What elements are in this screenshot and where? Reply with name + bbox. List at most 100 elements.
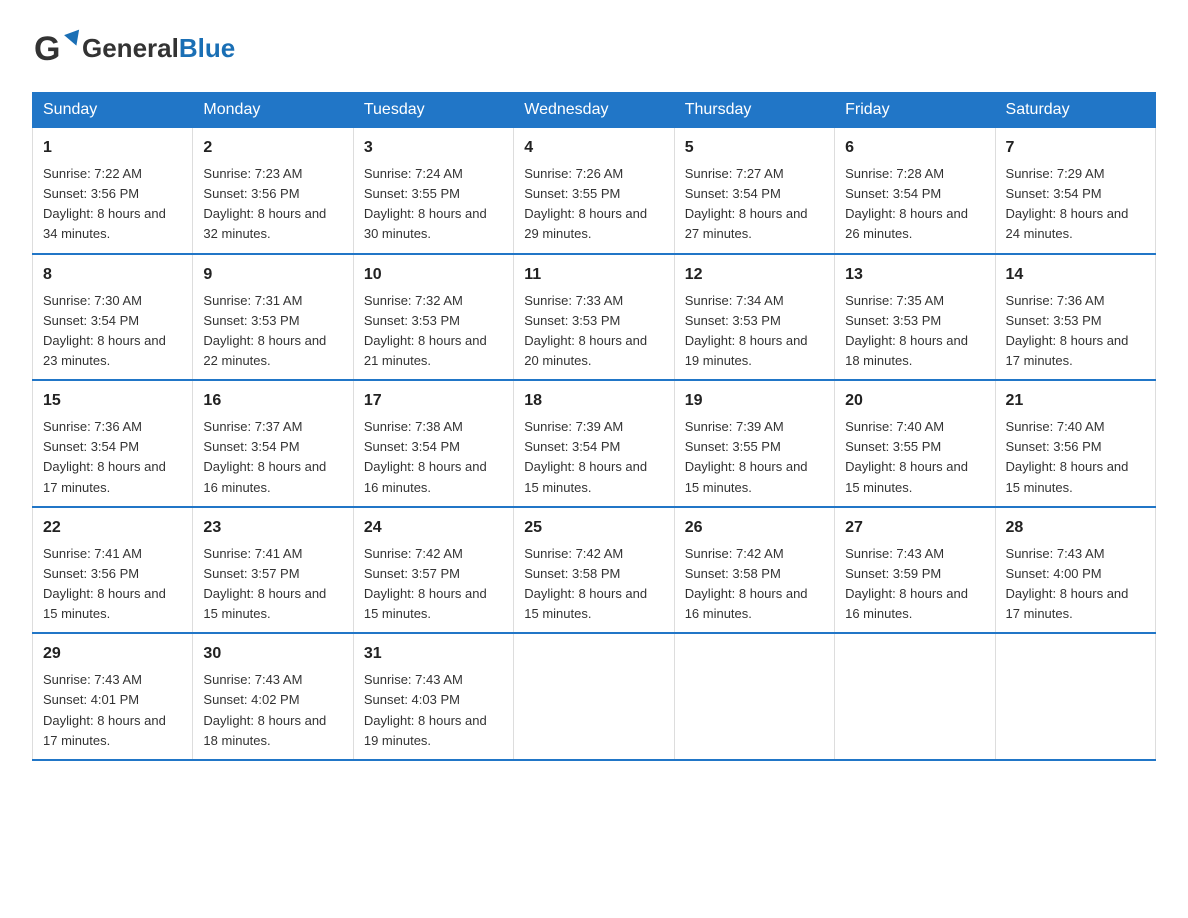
day-cell: 3 Sunrise: 7:24 AMSunset: 3:55 PMDayligh… — [353, 128, 513, 254]
day-cell: 23 Sunrise: 7:41 AMSunset: 3:57 PMDaylig… — [193, 507, 353, 634]
day-info: Sunrise: 7:23 AMSunset: 3:56 PMDaylight:… — [203, 166, 326, 241]
week-row-2: 8 Sunrise: 7:30 AMSunset: 3:54 PMDayligh… — [33, 254, 1156, 381]
day-info: Sunrise: 7:30 AMSunset: 3:54 PMDaylight:… — [43, 293, 166, 368]
day-info: Sunrise: 7:42 AMSunset: 3:57 PMDaylight:… — [364, 546, 487, 621]
day-cell: 12 Sunrise: 7:34 AMSunset: 3:53 PMDaylig… — [674, 254, 834, 381]
day-cell: 16 Sunrise: 7:37 AMSunset: 3:54 PMDaylig… — [193, 380, 353, 507]
day-number: 18 — [524, 389, 663, 413]
day-number: 14 — [1006, 263, 1145, 287]
day-number: 19 — [685, 389, 824, 413]
week-row-4: 22 Sunrise: 7:41 AMSunset: 3:56 PMDaylig… — [33, 507, 1156, 634]
day-number: 15 — [43, 389, 182, 413]
day-number: 25 — [524, 516, 663, 540]
day-number: 29 — [43, 642, 182, 666]
day-info: Sunrise: 7:27 AMSunset: 3:54 PMDaylight:… — [685, 166, 808, 241]
day-cell: 26 Sunrise: 7:42 AMSunset: 3:58 PMDaylig… — [674, 507, 834, 634]
day-number: 17 — [364, 389, 503, 413]
day-info: Sunrise: 7:42 AMSunset: 3:58 PMDaylight:… — [685, 546, 808, 621]
page-header: G GeneralBlue — [32, 24, 1156, 72]
logo-general: General — [82, 33, 179, 63]
day-cell: 14 Sunrise: 7:36 AMSunset: 3:53 PMDaylig… — [995, 254, 1155, 381]
day-number: 22 — [43, 516, 182, 540]
day-info: Sunrise: 7:40 AMSunset: 3:55 PMDaylight:… — [845, 419, 968, 494]
day-number: 5 — [685, 136, 824, 160]
col-header-sunday: Sunday — [33, 93, 193, 128]
day-cell: 13 Sunrise: 7:35 AMSunset: 3:53 PMDaylig… — [835, 254, 995, 381]
day-info: Sunrise: 7:28 AMSunset: 3:54 PMDaylight:… — [845, 166, 968, 241]
day-info: Sunrise: 7:29 AMSunset: 3:54 PMDaylight:… — [1006, 166, 1129, 241]
day-info: Sunrise: 7:39 AMSunset: 3:54 PMDaylight:… — [524, 419, 647, 494]
day-info: Sunrise: 7:40 AMSunset: 3:56 PMDaylight:… — [1006, 419, 1129, 494]
day-number: 3 — [364, 136, 503, 160]
day-number: 27 — [845, 516, 984, 540]
day-number: 30 — [203, 642, 342, 666]
week-row-5: 29 Sunrise: 7:43 AMSunset: 4:01 PMDaylig… — [33, 633, 1156, 760]
day-number: 11 — [524, 263, 663, 287]
day-cell: 9 Sunrise: 7:31 AMSunset: 3:53 PMDayligh… — [193, 254, 353, 381]
day-number: 21 — [1006, 389, 1145, 413]
col-header-thursday: Thursday — [674, 93, 834, 128]
day-cell: 24 Sunrise: 7:42 AMSunset: 3:57 PMDaylig… — [353, 507, 513, 634]
day-info: Sunrise: 7:35 AMSunset: 3:53 PMDaylight:… — [845, 293, 968, 368]
day-cell: 7 Sunrise: 7:29 AMSunset: 3:54 PMDayligh… — [995, 128, 1155, 254]
day-info: Sunrise: 7:32 AMSunset: 3:53 PMDaylight:… — [364, 293, 487, 368]
day-info: Sunrise: 7:31 AMSunset: 3:53 PMDaylight:… — [203, 293, 326, 368]
day-number: 28 — [1006, 516, 1145, 540]
day-info: Sunrise: 7:43 AMSunset: 4:02 PMDaylight:… — [203, 672, 326, 747]
day-cell: 11 Sunrise: 7:33 AMSunset: 3:53 PMDaylig… — [514, 254, 674, 381]
day-number: 8 — [43, 263, 182, 287]
day-cell: 4 Sunrise: 7:26 AMSunset: 3:55 PMDayligh… — [514, 128, 674, 254]
day-info: Sunrise: 7:41 AMSunset: 3:57 PMDaylight:… — [203, 546, 326, 621]
day-info: Sunrise: 7:33 AMSunset: 3:53 PMDaylight:… — [524, 293, 647, 368]
day-info: Sunrise: 7:36 AMSunset: 3:54 PMDaylight:… — [43, 419, 166, 494]
col-header-monday: Monday — [193, 93, 353, 128]
day-number: 4 — [524, 136, 663, 160]
day-number: 31 — [364, 642, 503, 666]
day-number: 16 — [203, 389, 342, 413]
day-number: 24 — [364, 516, 503, 540]
col-header-saturday: Saturday — [995, 93, 1155, 128]
col-header-friday: Friday — [835, 93, 995, 128]
day-number: 12 — [685, 263, 824, 287]
day-number: 23 — [203, 516, 342, 540]
day-cell: 1 Sunrise: 7:22 AMSunset: 3:56 PMDayligh… — [33, 128, 193, 254]
col-header-tuesday: Tuesday — [353, 93, 513, 128]
day-cell: 10 Sunrise: 7:32 AMSunset: 3:53 PMDaylig… — [353, 254, 513, 381]
day-cell: 19 Sunrise: 7:39 AMSunset: 3:55 PMDaylig… — [674, 380, 834, 507]
day-cell: 20 Sunrise: 7:40 AMSunset: 3:55 PMDaylig… — [835, 380, 995, 507]
day-cell: 31 Sunrise: 7:43 AMSunset: 4:03 PMDaylig… — [353, 633, 513, 760]
day-info: Sunrise: 7:36 AMSunset: 3:53 PMDaylight:… — [1006, 293, 1129, 368]
day-cell: 27 Sunrise: 7:43 AMSunset: 3:59 PMDaylig… — [835, 507, 995, 634]
day-info: Sunrise: 7:43 AMSunset: 4:00 PMDaylight:… — [1006, 546, 1129, 621]
day-cell: 18 Sunrise: 7:39 AMSunset: 3:54 PMDaylig… — [514, 380, 674, 507]
day-info: Sunrise: 7:34 AMSunset: 3:53 PMDaylight:… — [685, 293, 808, 368]
day-info: Sunrise: 7:22 AMSunset: 3:56 PMDaylight:… — [43, 166, 166, 241]
day-number: 6 — [845, 136, 984, 160]
day-number: 2 — [203, 136, 342, 160]
day-cell: 8 Sunrise: 7:30 AMSunset: 3:54 PMDayligh… — [33, 254, 193, 381]
day-cell: 29 Sunrise: 7:43 AMSunset: 4:01 PMDaylig… — [33, 633, 193, 760]
day-info: Sunrise: 7:43 AMSunset: 3:59 PMDaylight:… — [845, 546, 968, 621]
day-number: 10 — [364, 263, 503, 287]
svg-text:G: G — [34, 30, 60, 68]
day-cell — [514, 633, 674, 760]
week-row-1: 1 Sunrise: 7:22 AMSunset: 3:56 PMDayligh… — [33, 128, 1156, 254]
day-number: 9 — [203, 263, 342, 287]
day-info: Sunrise: 7:39 AMSunset: 3:55 PMDaylight:… — [685, 419, 808, 494]
day-cell: 5 Sunrise: 7:27 AMSunset: 3:54 PMDayligh… — [674, 128, 834, 254]
day-info: Sunrise: 7:26 AMSunset: 3:55 PMDaylight:… — [524, 166, 647, 241]
day-info: Sunrise: 7:43 AMSunset: 4:03 PMDaylight:… — [364, 672, 487, 747]
day-number: 26 — [685, 516, 824, 540]
day-info: Sunrise: 7:41 AMSunset: 3:56 PMDaylight:… — [43, 546, 166, 621]
day-cell — [995, 633, 1155, 760]
logo-blue-text: Blue — [179, 33, 235, 63]
calendar-header: SundayMondayTuesdayWednesdayThursdayFrid… — [33, 93, 1156, 128]
day-cell: 6 Sunrise: 7:28 AMSunset: 3:54 PMDayligh… — [835, 128, 995, 254]
day-cell — [674, 633, 834, 760]
calendar-table: SundayMondayTuesdayWednesdayThursdayFrid… — [32, 92, 1156, 761]
day-cell: 30 Sunrise: 7:43 AMSunset: 4:02 PMDaylig… — [193, 633, 353, 760]
day-cell: 28 Sunrise: 7:43 AMSunset: 4:00 PMDaylig… — [995, 507, 1155, 634]
day-cell: 2 Sunrise: 7:23 AMSunset: 3:56 PMDayligh… — [193, 128, 353, 254]
logo: G GeneralBlue — [32, 24, 235, 72]
day-cell: 22 Sunrise: 7:41 AMSunset: 3:56 PMDaylig… — [33, 507, 193, 634]
